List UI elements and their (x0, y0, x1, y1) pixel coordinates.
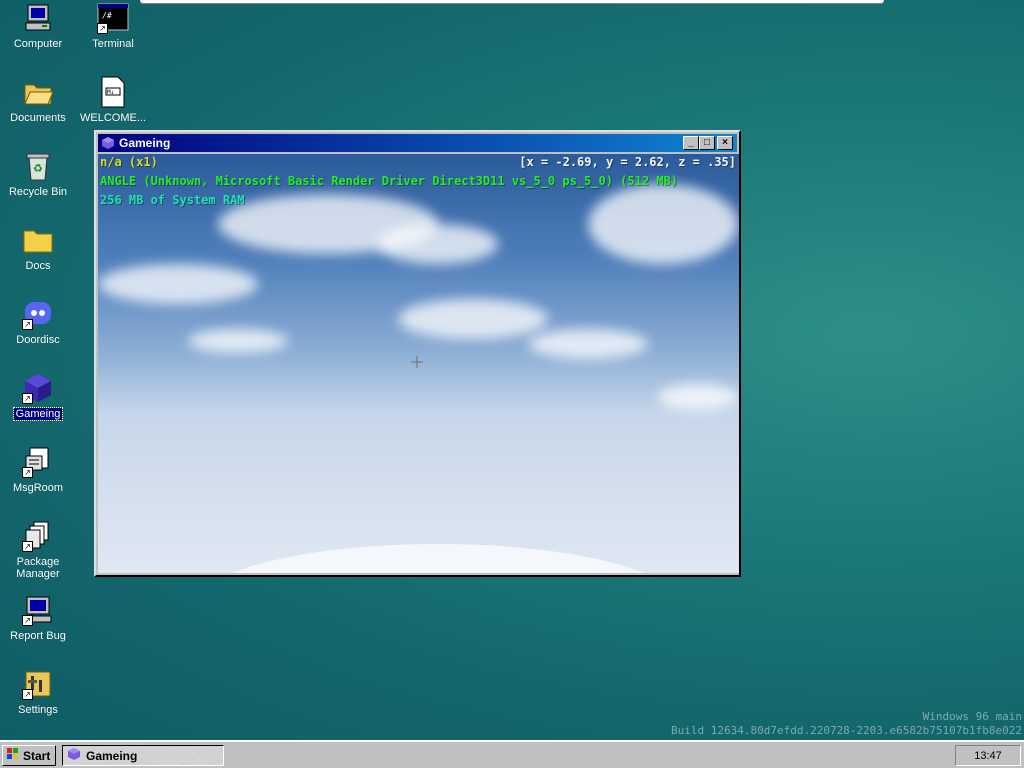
cloud (588, 184, 738, 264)
open-folder-icon (22, 76, 54, 108)
shortcut-arrow-icon: ↗ (22, 319, 33, 330)
settings-icon: ↗ (22, 668, 54, 700)
desktop-icon-gameing[interactable]: ↗ Gameing (1, 372, 75, 421)
taskbar: Start Gameing 13:47 (0, 740, 1024, 768)
cube-icon: ↗ (22, 372, 54, 404)
svg-text:M↓: M↓ (107, 89, 114, 96)
system-tray: 13:47 (955, 745, 1021, 766)
desktop-icon-doordisc[interactable]: ↗ Doordisc (1, 298, 75, 346)
snow-ground (198, 544, 678, 573)
cloud (98, 264, 258, 304)
cloud (378, 224, 498, 264)
windows-logo-icon (6, 747, 20, 764)
hud-renderer: ANGLE (Unknown, Microsoft Basic Render D… (100, 174, 678, 188)
hud-coordinates: [x = -2.69, y = 2.62, z = .35] (519, 155, 736, 169)
desktop-icon-label: Gameing (12, 407, 64, 421)
desktop-icon-label: WELCOME... (79, 112, 146, 124)
desktop-icon-documents[interactable]: Documents (1, 76, 75, 124)
window-title: Gameing (119, 136, 171, 150)
cloud (528, 329, 648, 359)
computer-icon (22, 2, 54, 34)
desktop-icon-welcome[interactable]: M↓ WELCOME... (76, 76, 150, 124)
shortcut-arrow-icon: ↗ (22, 393, 33, 404)
cloud (398, 299, 548, 339)
taskbar-item-label: Gameing (86, 748, 138, 763)
start-button[interactable]: Start (2, 745, 56, 766)
terminal-icon: /# ↗ (97, 2, 129, 34)
window-titlebar[interactable]: Gameing _ □ × (98, 134, 737, 152)
gameing-window[interactable]: Gameing _ □ × n/a (x1) [x = -2.69, y = 2… (94, 130, 741, 577)
background-window-edge (140, 0, 884, 3)
doordisc-icon: ↗ (22, 298, 54, 330)
watermark-line-1: Windows 96 main (922, 710, 1022, 723)
build-watermark: Windows 96 main Build 12634.80d7efdd.220… (671, 710, 1022, 738)
desktop-icon-label: Report Bug (10, 630, 66, 642)
document-icon: M↓ (97, 76, 129, 108)
desktop-icon-label: Computer (13, 38, 63, 50)
clock[interactable]: 13:47 (974, 750, 1002, 762)
desktop-icon-label: Doordisc (16, 334, 60, 346)
msgroom-icon: ↗ (22, 446, 54, 478)
svg-text:♻: ♻ (33, 163, 43, 175)
minimize-button[interactable]: _ (683, 136, 699, 150)
desktop-icon-package-manager[interactable]: ↗ Package Manager (1, 520, 75, 580)
desktop-icon-label: Terminal (92, 38, 134, 50)
game-viewport[interactable]: n/a (x1) [x = -2.69, y = 2.62, z = .35] … (98, 154, 739, 573)
desktop-icon-msgroom[interactable]: ↗ MsgRoom (1, 446, 75, 494)
hud-mode: n/a (x1) (100, 155, 158, 169)
desktop-icon-docs[interactable]: Docs (1, 224, 75, 272)
desktop-icon-report-bug[interactable]: ↗ Report Bug (1, 594, 75, 642)
cube-icon (67, 747, 81, 764)
shortcut-arrow-icon: ↗ (22, 467, 33, 478)
shortcut-arrow-icon: ↗ (22, 541, 33, 552)
desktop-icon-recycle-bin[interactable]: ♻ Recycle Bin (1, 150, 75, 198)
desktop-icon-label: Settings (18, 704, 58, 716)
watermark-line-2: Build 12634.80d7efdd.220728-2203.e6582b7… (671, 724, 1022, 737)
close-button[interactable]: × (717, 136, 733, 150)
shortcut-arrow-icon: ↗ (22, 689, 33, 700)
cloud (188, 329, 288, 353)
shortcut-arrow-icon: ↗ (22, 615, 33, 626)
report-bug-icon: ↗ (22, 594, 54, 626)
desktop-icon-terminal[interactable]: /# ↗ Terminal (76, 2, 150, 50)
cloud (658, 384, 738, 410)
maximize-button[interactable]: □ (699, 136, 715, 150)
start-label: Start (23, 748, 51, 763)
desktop-icon-computer[interactable]: Computer (1, 2, 75, 50)
cube-icon (101, 136, 115, 150)
desktop: Computer /# ↗ Terminal Documents M↓ WELC… (0, 0, 1024, 740)
hud-ram: 256 MB of System RAM (100, 193, 245, 207)
desktop-icon-label: Package Manager (16, 556, 60, 580)
desktop-icon-label: Docs (25, 260, 51, 272)
shortcut-arrow-icon: ↗ (97, 23, 108, 34)
desktop-icon-settings[interactable]: ↗ Settings (1, 668, 75, 716)
desktop-icon-label: Documents (10, 112, 66, 124)
taskbar-item-gameing[interactable]: Gameing (62, 745, 224, 766)
folder-icon (22, 224, 54, 256)
desktop-icon-label: Recycle Bin (8, 186, 68, 198)
svg-text:/#: /# (102, 11, 112, 20)
crosshair-icon (411, 356, 423, 368)
desktop-icon-label: MsgRoom (12, 482, 64, 494)
recycle-bin-icon: ♻ (22, 150, 54, 182)
package-icon: ↗ (22, 520, 54, 552)
